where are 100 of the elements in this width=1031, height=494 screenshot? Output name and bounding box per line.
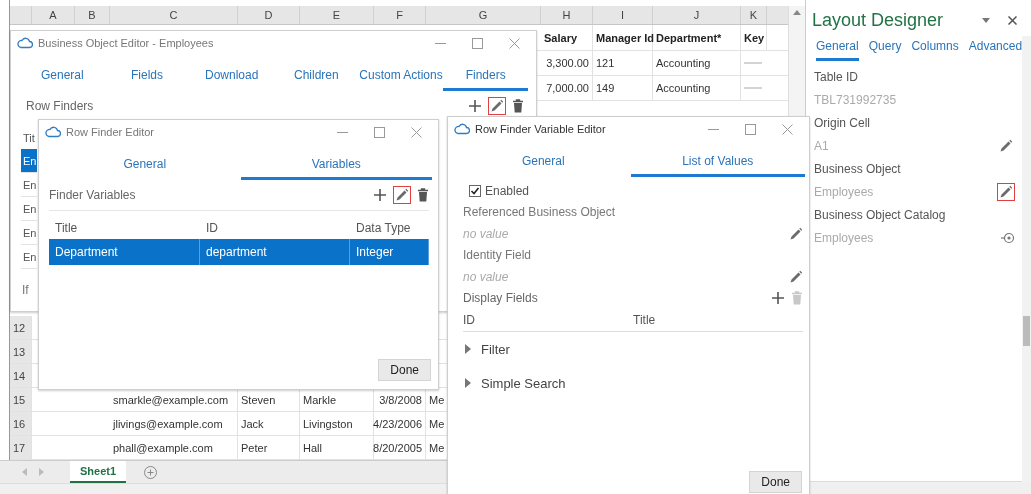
column-header[interactable]: B [75,6,110,24]
column-header: Data Type [355,220,412,237]
expand-icon[interactable] [463,378,473,388]
pencil-icon [999,184,1013,199]
table-cell: phall@example.com [110,436,238,459]
done-button[interactable]: Done [749,471,802,493]
expand-icon[interactable] [463,344,473,354]
tab[interactable]: Download [189,61,274,91]
tab[interactable]: Fields [104,61,190,91]
window-title: Row Finder Editor [66,126,155,138]
plus-icon[interactable] [468,99,482,113]
tab[interactable]: General [816,35,859,61]
column-header[interactable]: E [300,6,374,24]
section-header[interactable]: Simple Search [481,375,566,391]
scrollbar-thumb[interactable] [1023,316,1030,346]
column-header: Tit [23,132,35,144]
column-header[interactable]: F [374,6,426,24]
field-value: no value [463,269,510,284]
column-title: Department* [653,25,741,50]
property-value: Employees [814,230,875,245]
section-label: Finder Variables [49,188,137,202]
property-label: Business Object [814,160,902,178]
section-header[interactable]: Filter [481,341,510,357]
trash-icon[interactable] [417,188,429,202]
add-sheet-icon[interactable] [144,465,158,479]
pencil-icon [395,188,409,202]
column-header[interactable]: G [426,6,541,24]
table-cell[interactable]: Department [49,239,200,265]
tab[interactable]: List of Values [630,147,805,177]
property-value: TBL731992735 [814,92,898,107]
plus-icon[interactable] [373,188,387,202]
column-header: Title [54,220,79,237]
pencil-icon [490,99,504,113]
maximize-icon[interactable] [374,126,385,138]
row-number[interactable]: 17 [10,436,32,459]
cloud-icon [45,126,61,138]
pencil-icon[interactable] [789,226,803,241]
row-number[interactable]: 15 [10,388,32,411]
tab[interactable]: General [20,61,105,91]
row-number[interactable]: 16 [10,412,32,435]
table-row[interactable]: En [21,197,37,221]
table-cell: Peter [238,436,300,459]
table-row[interactable]: En [21,221,37,245]
field-label: Referenced Business Object [463,204,617,221]
plus-icon[interactable] [771,291,785,305]
column-header[interactable]: D [238,6,300,24]
circle-dot-icon[interactable] [1001,231,1015,244]
tab[interactable]: Advanced [968,35,1023,61]
column-header[interactable]: K [741,6,767,24]
table-cell[interactable]: department [200,239,350,265]
table-row[interactable]: En [21,173,37,197]
help-text: If [22,283,29,297]
maximize-icon[interactable] [745,123,756,135]
row-number[interactable]: 12 [10,316,32,339]
table-cell: 7,000.00 [541,76,593,100]
edit-button[interactable] [997,182,1015,201]
panel-title: Layout Designer [812,10,945,31]
scroll-up-icon[interactable] [793,10,801,15]
trash-icon[interactable] [512,99,524,113]
column-header[interactable]: H [541,6,593,24]
table-cell[interactable]: Integer [350,239,429,265]
table-row[interactable]: En [21,245,37,269]
row-number[interactable]: 14 [10,364,32,387]
dropdown-icon[interactable] [982,18,990,23]
column-header[interactable]: I [593,6,653,24]
tab[interactable]: Variables [240,150,432,180]
property-value: Employees [814,184,875,199]
table-cell: Hall [300,436,374,459]
window-title: Row Finder Variable Editor [475,123,606,135]
column-header: ID [463,313,476,327]
tab[interactable]: General [456,147,631,177]
tab[interactable]: Custom Actions [358,61,444,91]
tab[interactable]: Query [868,35,902,61]
column-title: Manager Id [593,25,653,50]
maximize-icon[interactable] [472,37,483,49]
edit-button[interactable] [393,186,411,204]
column-header[interactable]: J [653,6,741,24]
pencil-icon[interactable] [789,269,803,284]
column-header[interactable]: A [32,6,75,24]
sheet-tab[interactable]: Sheet1 [70,461,127,483]
edit-button[interactable] [488,97,506,115]
row-number[interactable]: 13 [10,340,32,363]
done-button[interactable]: Done [378,359,431,381]
table-cell: 3,300.00 [541,51,593,75]
field-value: no value [463,226,510,241]
tab[interactable]: Columns [911,35,959,61]
table-cell: Jack [238,412,300,435]
checkbox[interactable] [469,185,481,197]
table-row[interactable]: En [21,149,37,173]
table-cell: Accounting [653,51,741,75]
field-label: Identity Field [463,247,533,264]
table-cell: 8/20/2005 [374,436,426,459]
column-title: Salary [541,25,593,50]
tab[interactable]: Finders [443,61,529,91]
close-icon[interactable] [1008,16,1017,25]
table-cell: Accounting [653,76,741,100]
cloud-icon [454,123,470,135]
tab[interactable]: Children [274,61,359,91]
tab[interactable]: General [49,150,241,180]
column-header[interactable]: C [110,6,238,24]
